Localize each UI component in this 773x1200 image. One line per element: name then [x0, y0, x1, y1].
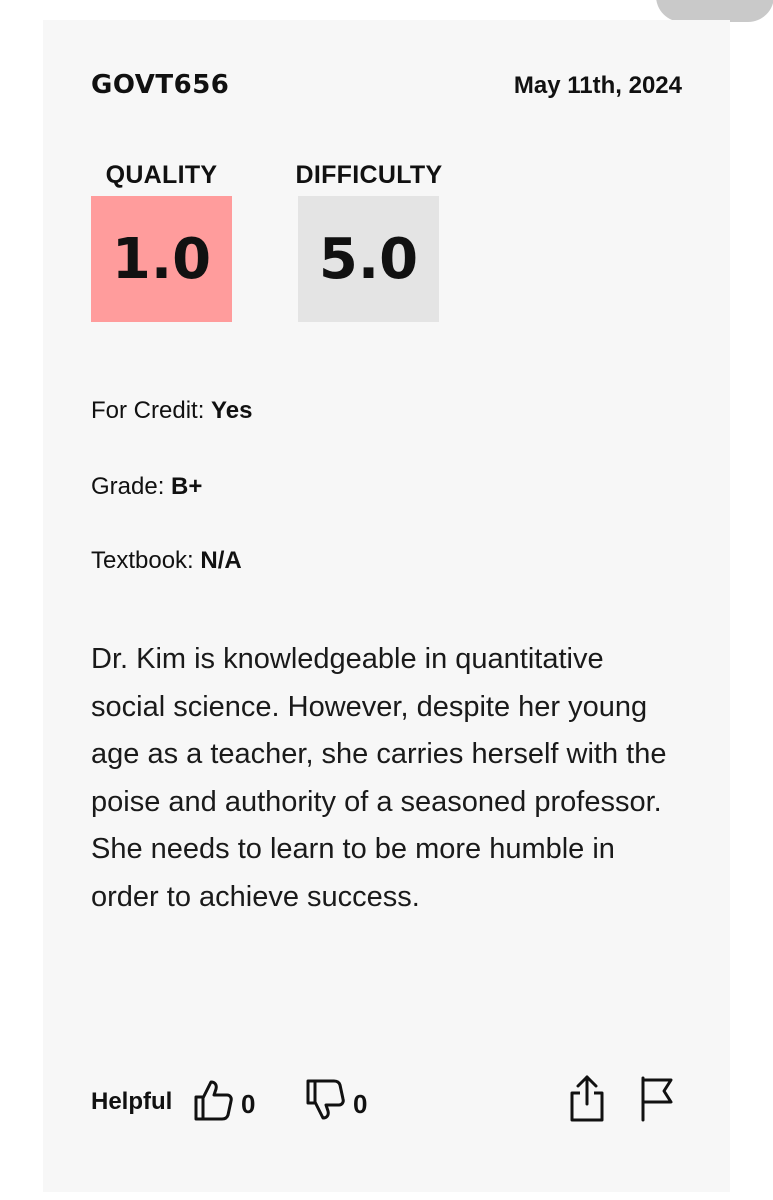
textbook-row: Textbook: N/A — [91, 547, 242, 575]
course-code: GOVT656 — [91, 70, 230, 100]
review-date: May 11th, 2024 — [513, 72, 682, 99]
difficulty-score: 5.0 — [298, 196, 439, 322]
grade-row: Grade: B+ — [91, 473, 202, 501]
quality-label: QUALITY — [105, 161, 218, 189]
share-button[interactable] — [567, 1074, 607, 1129]
grade-label: Grade: — [91, 473, 165, 500]
textbook-value: N/A — [200, 547, 242, 574]
for-credit-value: Yes — [211, 397, 253, 424]
thumbs-up-count: 0 — [241, 1088, 256, 1119]
difficulty-rating: DIFFICULTY 5.0 — [289, 158, 449, 322]
for-credit-row: For Credit: Yes — [91, 397, 252, 425]
share-icon — [570, 1075, 604, 1122]
thumbs-down-count: 0 — [353, 1088, 368, 1119]
thumbs-down-button[interactable]: 0 — [305, 1078, 367, 1122]
top-pill-button[interactable] — [656, 0, 773, 22]
flag-icon — [641, 1076, 673, 1122]
quality-rating: QUALITY 1.0 — [91, 158, 232, 322]
for-credit-label: For Credit: — [91, 397, 205, 424]
difficulty-label: DIFFICULTY — [295, 161, 443, 189]
review-card: GOVT656 May 11th, 2024 QUALITY 1.0 DIFFI… — [43, 20, 730, 1192]
thumbs-up-button[interactable]: 0 — [193, 1078, 255, 1122]
grade-value: B+ — [171, 473, 203, 500]
quality-score: 1.0 — [91, 196, 232, 322]
review-footer: Helpful 0 0 — [91, 1070, 682, 1130]
thumbs-up-icon — [194, 1080, 233, 1121]
helpful-label: Helpful — [91, 1088, 173, 1115]
review-comment: Dr. Kim is knowledgeable in quantitative… — [91, 643, 667, 913]
report-flag-button[interactable] — [637, 1074, 677, 1129]
thumbs-down-icon — [306, 1079, 345, 1120]
textbook-label: Textbook: — [91, 547, 194, 574]
